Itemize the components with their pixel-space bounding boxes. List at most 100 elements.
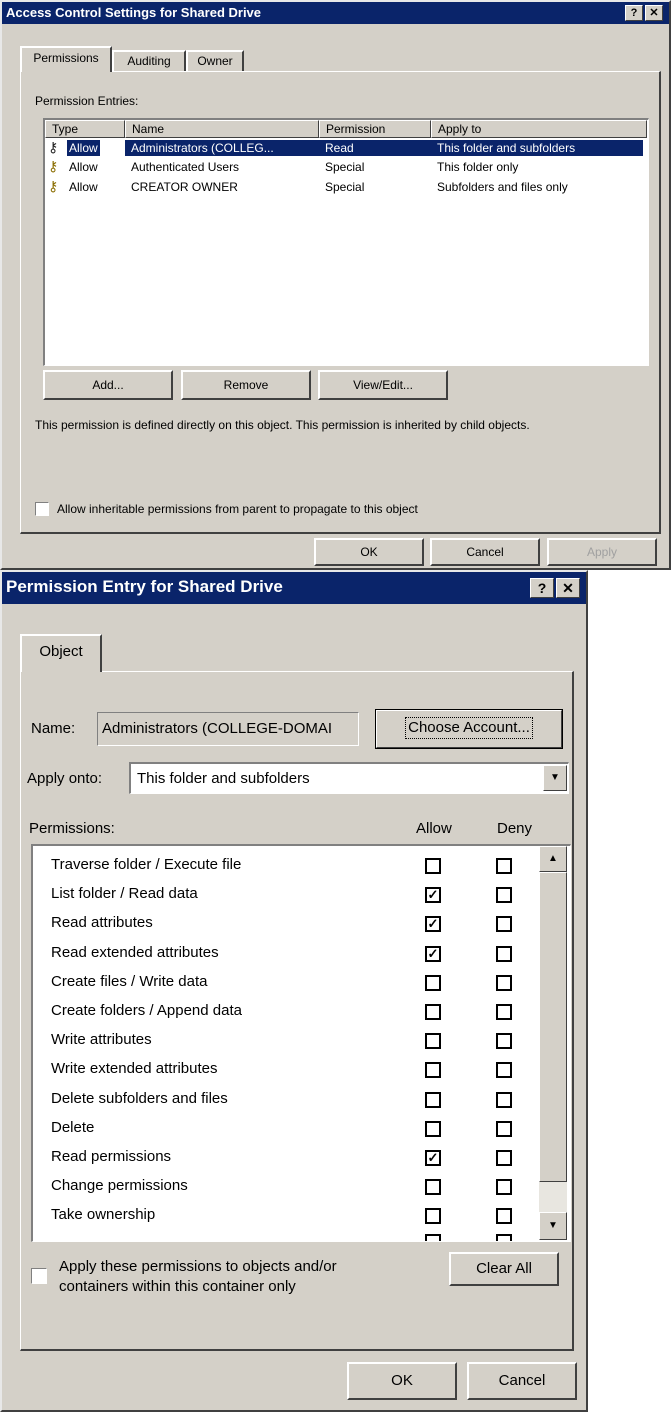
dropdown-arrow-icon[interactable]: ▼ bbox=[543, 765, 567, 791]
view-edit-button[interactable]: View/Edit... bbox=[318, 370, 448, 400]
allow-checkbox[interactable]: ✓ bbox=[425, 1150, 441, 1166]
deny-checkbox[interactable] bbox=[496, 945, 512, 962]
entry-title-bar[interactable]: Permission Entry for Shared Drive ? ✕ bbox=[2, 572, 586, 604]
help-button[interactable]: ? bbox=[625, 5, 643, 21]
entry-title: Permission Entry for Shared Drive bbox=[6, 577, 283, 596]
apply-onto-select[interactable]: This folder and subfolders ▼ bbox=[129, 762, 569, 794]
permission-label: Read extended attributes bbox=[51, 943, 219, 961]
permission-row: Read extended attributes ✓ bbox=[33, 940, 537, 968]
row-name: Administrators (COLLEG... bbox=[131, 141, 274, 155]
allow-checkbox[interactable] bbox=[425, 974, 441, 991]
partial-allow-checkbox bbox=[425, 1234, 441, 1241]
permission-label: Read permissions bbox=[51, 1148, 172, 1165]
name-field: Administrators (COLLEGE-DOMAI bbox=[97, 712, 359, 746]
tab-object-label: Object bbox=[39, 643, 83, 660]
deny-checkbox[interactable] bbox=[496, 974, 512, 991]
add-button[interactable]: Add... bbox=[43, 370, 173, 400]
choose-account-button[interactable]: Choose Account... bbox=[375, 709, 563, 749]
close-button[interactable]: ✕ bbox=[645, 5, 663, 21]
table-row[interactable]: ⚷ Allow Authenticated Users Special This… bbox=[45, 158, 647, 178]
table-row[interactable]: ⚷ Allow Administrators (COLLEG... Read T… bbox=[45, 138, 647, 158]
cancel-button[interactable]: Cancel bbox=[467, 1362, 577, 1400]
choose-account-label: Choose Account... bbox=[405, 717, 533, 739]
acl-title: Access Control Settings for Shared Drive bbox=[6, 5, 262, 20]
allow-checkbox[interactable] bbox=[425, 1091, 441, 1108]
vertical-scrollbar[interactable]: ▲ ▼ bbox=[539, 846, 567, 1240]
close-button[interactable]: ✕ bbox=[556, 578, 580, 598]
scroll-down-icon[interactable]: ▼ bbox=[539, 1212, 567, 1240]
deny-checkbox[interactable] bbox=[496, 1033, 512, 1050]
row-apply-to: Subfolders and files only bbox=[437, 180, 568, 194]
cancel-button[interactable]: Cancel bbox=[430, 538, 540, 566]
column-name[interactable]: Name bbox=[125, 120, 319, 138]
permission-row: Traverse folder / Execute file bbox=[33, 852, 537, 880]
tab-owner[interactable]: Owner bbox=[186, 50, 244, 72]
apply-onto-value: This folder and subfolders bbox=[137, 770, 310, 787]
column-permission[interactable]: Permission bbox=[319, 120, 431, 138]
permission-row: Create files / Write data bbox=[33, 969, 537, 997]
row-type: Allow bbox=[69, 180, 98, 194]
deny-checkbox[interactable] bbox=[496, 1120, 512, 1137]
name-label: Name: bbox=[31, 720, 76, 737]
deny-checkbox[interactable] bbox=[496, 1208, 512, 1225]
deny-checkbox[interactable] bbox=[496, 916, 512, 933]
permission-label: Write attributes bbox=[51, 1031, 152, 1049]
allow-checkbox[interactable] bbox=[425, 1120, 441, 1137]
allow-checkbox[interactable] bbox=[425, 1062, 441, 1079]
allow-checkbox[interactable]: ✓ bbox=[425, 916, 441, 933]
acl-title-bar[interactable]: Access Control Settings for Shared Drive… bbox=[2, 2, 669, 24]
permission-row: Read attributes ✓ bbox=[33, 910, 537, 938]
permission-row: Delete bbox=[33, 1115, 537, 1143]
column-apply-to[interactable]: Apply to bbox=[431, 120, 647, 138]
ok-button[interactable]: OK bbox=[347, 1362, 457, 1400]
apply-button[interactable]: Apply bbox=[547, 538, 657, 566]
permission-label: Write extended attributes bbox=[51, 1060, 218, 1078]
permissions-list[interactable]: Traverse folder / Execute file List folde… bbox=[31, 844, 571, 1242]
tab-permissions[interactable]: Permissions bbox=[20, 46, 112, 72]
apply-only-checkbox[interactable] bbox=[31, 1268, 47, 1284]
permissions-label: Permissions: bbox=[29, 820, 115, 837]
permission-label: Change permissions bbox=[51, 1177, 188, 1195]
apply-onto-label: Apply onto: bbox=[27, 770, 103, 787]
clear-all-button[interactable]: Clear All bbox=[449, 1252, 559, 1286]
row-apply-to: This folder only bbox=[437, 160, 519, 174]
allow-checkbox[interactable]: ✓ bbox=[425, 887, 441, 904]
help-button[interactable]: ? bbox=[530, 578, 554, 598]
deny-checkbox[interactable] bbox=[496, 1062, 512, 1079]
tab-object[interactable]: Object bbox=[20, 634, 102, 672]
deny-header: Deny bbox=[497, 820, 533, 837]
key-icon: ⚷ bbox=[48, 139, 59, 155]
deny-checkbox[interactable] bbox=[496, 1004, 512, 1020]
ok-button[interactable]: OK bbox=[314, 538, 424, 566]
allow-header: Allow bbox=[416, 820, 452, 837]
table-row[interactable]: ⚷ Allow CREATOR OWNER Special Subfolders… bbox=[45, 178, 647, 198]
scroll-thumb[interactable] bbox=[539, 872, 567, 1182]
permission-label: Traverse folder / Execute file bbox=[51, 856, 242, 873]
permission-row: Change permissions bbox=[33, 1173, 537, 1201]
tab-permissions-label: Permissions bbox=[33, 51, 99, 65]
inherit-checkbox[interactable] bbox=[35, 502, 49, 516]
allow-checkbox[interactable] bbox=[425, 1033, 441, 1050]
deny-checkbox[interactable] bbox=[496, 1150, 512, 1166]
tab-auditing[interactable]: Auditing bbox=[112, 50, 186, 72]
deny-checkbox[interactable] bbox=[496, 858, 512, 874]
row-permission: Read bbox=[325, 141, 354, 155]
permission-entries-list[interactable]: Type Name Permission Apply to ⚷ Allow Ad… bbox=[43, 118, 649, 366]
deny-checkbox[interactable] bbox=[496, 1091, 512, 1108]
row-type: Allow bbox=[69, 160, 98, 174]
allow-checkbox[interactable]: ✓ bbox=[425, 945, 441, 962]
permission-label: Take ownership bbox=[51, 1206, 156, 1224]
permission-row: Write extended attributes bbox=[33, 1056, 537, 1084]
allow-checkbox[interactable] bbox=[425, 1179, 441, 1196]
scroll-up-icon[interactable]: ▲ bbox=[539, 846, 567, 872]
allow-checkbox[interactable] bbox=[425, 1208, 441, 1225]
deny-checkbox[interactable] bbox=[496, 887, 512, 904]
object-tab-panel: Name: Administrators (COLLEGE-DOMAI Choo… bbox=[20, 671, 574, 1351]
deny-checkbox[interactable] bbox=[496, 1179, 512, 1196]
column-type[interactable]: Type bbox=[45, 120, 125, 138]
allow-checkbox[interactable] bbox=[425, 858, 441, 874]
permission-entry-dialog: Permission Entry for Shared Drive ? ✕ Ob… bbox=[0, 570, 588, 1412]
key-icon: ⚷ bbox=[48, 178, 59, 194]
allow-checkbox[interactable] bbox=[425, 1004, 441, 1020]
remove-button[interactable]: Remove bbox=[181, 370, 311, 400]
